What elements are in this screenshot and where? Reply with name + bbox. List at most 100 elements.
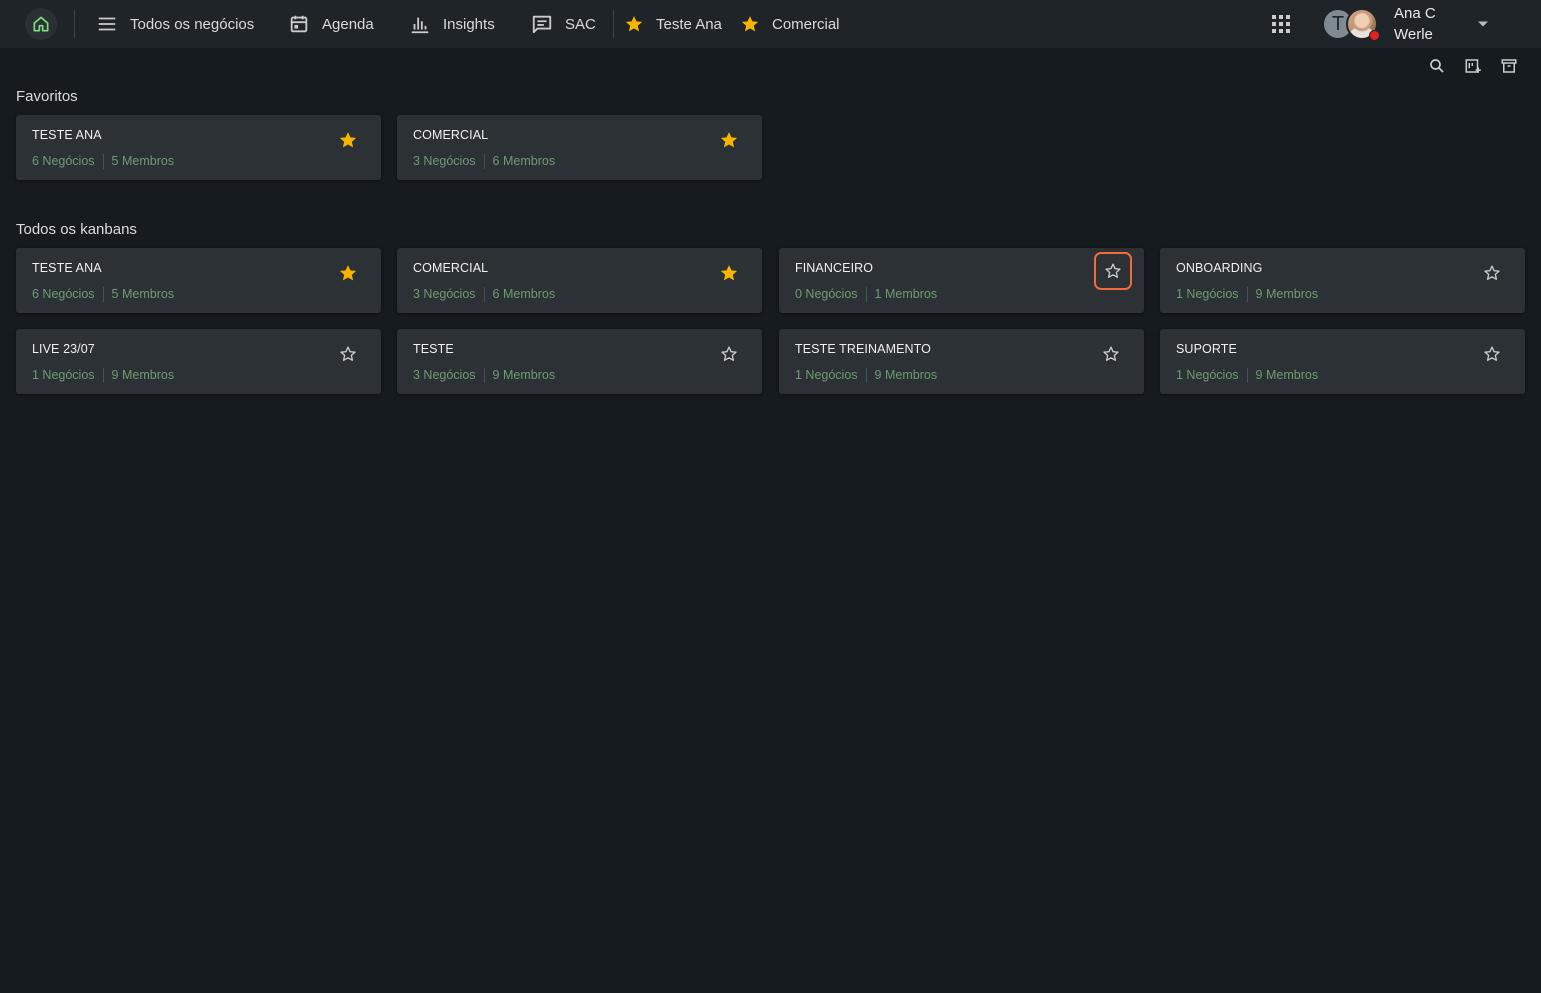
chevron-down-icon[interactable] bbox=[1477, 20, 1489, 28]
menu-icon bbox=[98, 17, 116, 31]
kanban-card-onboarding[interactable]: ONBOARDING 1 Negócios 9 Membros bbox=[1160, 248, 1525, 313]
meta-divider bbox=[865, 286, 867, 302]
favorite-toggle-button[interactable] bbox=[337, 343, 359, 365]
meta-divider bbox=[102, 153, 104, 169]
deals-count: 6 Negócios bbox=[32, 154, 95, 168]
deals-count: 1 Negócios bbox=[32, 368, 95, 382]
top-bar: Todos os negócios Agenda Insights SAC Te… bbox=[0, 0, 1541, 48]
nav-todos-negocios[interactable]: Todos os negócios bbox=[96, 0, 254, 48]
kanban-card-teste-treinamento[interactable]: TESTE TREINAMENTO 1 Negócios 9 Membros bbox=[779, 329, 1144, 394]
all-kanbans-section-title: Todos os kanbans bbox=[16, 221, 137, 238]
star-filled-icon bbox=[741, 16, 759, 32]
card-title: SUPORTE bbox=[1176, 342, 1237, 356]
bar-chart-icon bbox=[411, 17, 429, 34]
card-title: TESTE TREINAMENTO bbox=[795, 342, 931, 356]
nav-label: Insights bbox=[443, 15, 495, 33]
star-outline-icon bbox=[1484, 346, 1500, 361]
members-count: 6 Membros bbox=[492, 154, 556, 168]
star-filled-icon bbox=[339, 265, 357, 281]
star-outline-icon bbox=[1484, 265, 1500, 280]
card-title: TESTE bbox=[413, 342, 454, 356]
add-board-icon[interactable] bbox=[1464, 57, 1482, 75]
card-meta: 3 Negócios 9 Membros bbox=[413, 367, 555, 383]
favorite-toggle-button[interactable] bbox=[337, 262, 359, 284]
nav-label: SAC bbox=[565, 15, 596, 33]
star-filled-icon bbox=[625, 16, 643, 32]
nav-sac[interactable]: SAC bbox=[531, 0, 596, 48]
nav-label: Agenda bbox=[322, 15, 374, 33]
star-filled-icon bbox=[720, 265, 738, 281]
card-meta: 1 Negócios 9 Membros bbox=[32, 367, 174, 383]
card-title: ONBOARDING bbox=[1176, 261, 1263, 275]
card-meta: 0 Negócios 1 Membros bbox=[795, 286, 937, 302]
favorite-card-teste-ana[interactable]: TESTE ANA 6 Negócios 5 Membros bbox=[16, 115, 381, 180]
meta-divider bbox=[483, 286, 485, 302]
meta-divider bbox=[483, 367, 485, 383]
members-count: 9 Membros bbox=[111, 368, 175, 382]
members-count: 5 Membros bbox=[111, 287, 175, 301]
favorite-toggle-button[interactable] bbox=[718, 262, 740, 284]
favorite-toggle-button[interactable] bbox=[718, 343, 740, 365]
star-outline-icon bbox=[721, 346, 737, 361]
deals-count: 3 Negócios bbox=[413, 287, 476, 301]
favorite-toggle-button[interactable] bbox=[1100, 343, 1122, 365]
meta-divider bbox=[865, 367, 867, 383]
search-icon[interactable] bbox=[1428, 57, 1446, 75]
kanban-card-suporte[interactable]: SUPORTE 1 Negócios 9 Membros bbox=[1160, 329, 1525, 394]
card-meta: 1 Negócios 9 Membros bbox=[1176, 286, 1318, 302]
apps-grid-icon[interactable] bbox=[1270, 13, 1292, 35]
kanban-card-live-23-07[interactable]: LIVE 23/07 1 Negócios 9 Membros bbox=[16, 329, 381, 394]
star-outline-icon bbox=[1103, 346, 1119, 361]
members-count: 9 Membros bbox=[874, 368, 938, 382]
meta-divider bbox=[102, 367, 104, 383]
deals-count: 1 Negócios bbox=[1176, 368, 1239, 382]
members-count: 1 Membros bbox=[874, 287, 938, 301]
chat-icon bbox=[532, 15, 552, 34]
archive-icon[interactable] bbox=[1500, 57, 1518, 75]
card-meta: 3 Negócios 6 Membros bbox=[413, 153, 555, 169]
calendar-icon bbox=[290, 15, 308, 33]
kanban-card-financeiro[interactable]: FINANCEIRO 0 Negócios 1 Membros bbox=[779, 248, 1144, 313]
card-title: COMERCIAL bbox=[413, 128, 489, 142]
home-icon bbox=[33, 16, 49, 32]
nav-agenda[interactable]: Agenda bbox=[288, 0, 374, 48]
members-count: 9 Membros bbox=[1255, 368, 1319, 382]
star-outline-icon bbox=[340, 346, 356, 361]
favorite-toggle-button[interactable] bbox=[1481, 262, 1503, 284]
nav-label: Comercial bbox=[772, 15, 840, 33]
card-title: TESTE ANA bbox=[32, 261, 102, 275]
kanban-card-teste-ana[interactable]: TESTE ANA 6 Negócios 5 Membros bbox=[16, 248, 381, 313]
card-meta: 3 Negócios 6 Membros bbox=[413, 286, 555, 302]
meta-divider bbox=[1246, 367, 1248, 383]
divider bbox=[74, 10, 75, 38]
deals-count: 0 Negócios bbox=[795, 287, 858, 301]
members-count: 9 Membros bbox=[492, 368, 556, 382]
kanban-card-comercial[interactable]: COMERCIAL 3 Negócios 6 Membros bbox=[397, 248, 762, 313]
members-count: 5 Membros bbox=[111, 154, 175, 168]
favorites-section-title: Favoritos bbox=[16, 88, 78, 105]
user-name[interactable]: Ana C Werle bbox=[1394, 3, 1464, 45]
card-meta: 1 Negócios 9 Membros bbox=[1176, 367, 1318, 383]
meta-divider bbox=[483, 153, 485, 169]
favorite-card-comercial[interactable]: COMERCIAL 3 Negócios 6 Membros bbox=[397, 115, 762, 180]
favorite-toggle-button[interactable] bbox=[1094, 252, 1132, 290]
nav-insights[interactable]: Insights bbox=[409, 0, 495, 48]
kanban-card-teste[interactable]: TESTE 3 Negócios 9 Membros bbox=[397, 329, 762, 394]
card-meta: 6 Negócios 5 Membros bbox=[32, 153, 174, 169]
favorite-toggle-button[interactable] bbox=[718, 129, 740, 151]
card-meta: 1 Negócios 9 Membros bbox=[795, 367, 937, 383]
deals-count: 3 Negócios bbox=[413, 368, 476, 382]
home-button[interactable] bbox=[25, 8, 57, 40]
nav-favorite-teste-ana[interactable]: Teste Ana bbox=[624, 0, 722, 48]
star-filled-icon bbox=[720, 132, 738, 148]
deals-count: 6 Negócios bbox=[32, 287, 95, 301]
divider bbox=[613, 10, 614, 38]
deals-count: 1 Negócios bbox=[1176, 287, 1239, 301]
meta-divider bbox=[102, 286, 104, 302]
nav-label: Teste Ana bbox=[656, 15, 722, 33]
deals-count: 3 Negócios bbox=[413, 154, 476, 168]
favorite-toggle-button[interactable] bbox=[1481, 343, 1503, 365]
favorite-toggle-button[interactable] bbox=[337, 129, 359, 151]
nav-favorite-comercial[interactable]: Comercial bbox=[740, 0, 840, 48]
status-indicator bbox=[1369, 30, 1380, 41]
